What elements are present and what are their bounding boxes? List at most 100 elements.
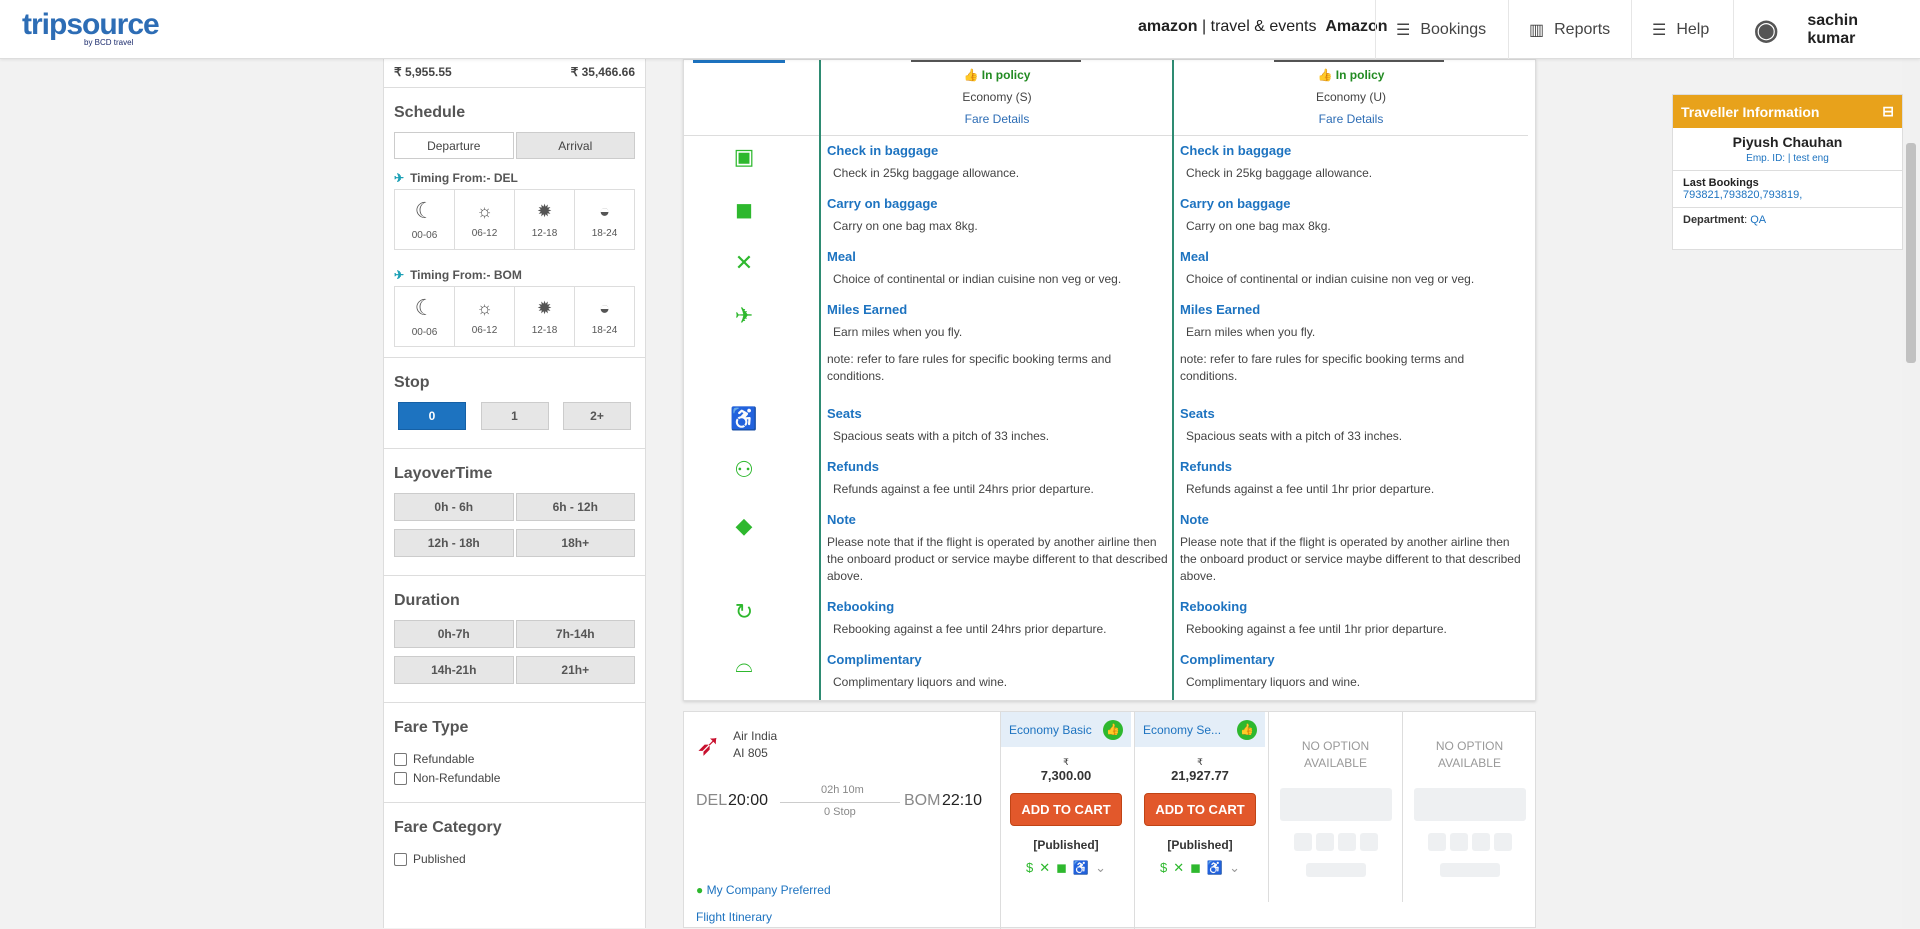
slot-morning[interactable]: ☼ 06-12 [455,287,515,346]
miles-icon: ✈ [734,303,754,328]
slot-afternoon[interactable]: ✹ 12-18 [515,190,575,249]
seat-icon: ♿ [730,406,758,431]
fare-option-economy-se: Economy Se... 👍 ₹21,927.77 ADD TO CART [P… [1134,712,1265,929]
refund-icon: ⚇ [734,457,754,482]
slot-evening[interactable]: ◒ 18-24 [575,190,634,249]
feature-complimentary: Complimentary Complimentary liquors and w… [1180,652,1361,689]
duration-filter: Duration 0h-7h 7h-14h 14h-21h 21h+ [384,576,645,703]
scrollbar-thumb[interactable] [1906,143,1916,363]
duration-option[interactable]: 21h+ [515,656,635,684]
filter-sidebar: ₹ 5,955.55 ₹ 35,466.66 Schedule Departure… [383,59,646,928]
tripsource-logo[interactable]: tripsource [22,8,160,42]
amenity-icons: $ ✕ ◼ ♿ ⌄ [1135,860,1265,876]
nav-reports[interactable]: ▥ Reports [1508,0,1630,59]
nav-bookings[interactable]: ☰ Bookings [1375,0,1506,59]
departure-time: 20:00 [728,792,769,809]
layover-filter: LayoverTime 0h - 6h 6h - 12h 12h - 18h 1… [384,449,645,576]
sunset-icon: ◒ [599,200,610,221]
seat-icon: ♿ [1072,860,1090,875]
thumbs-up-icon: 👍 [1103,719,1123,740]
timing-from-bom: Timing From:- BOM [410,268,522,282]
fare-compare-panel: ▣ ◼ ✕ ✈ ♿ ⚇ ◆ ↻ ⌓ 👍 In policy Economy (S… [683,59,1536,701]
add-to-cart-button[interactable]: ADD TO CART [1144,793,1256,826]
stop-count: 0 Stop [824,806,856,818]
published-checkbox[interactable]: Published [394,852,635,866]
airline-info: ➶ Air India AI 805 [696,728,777,763]
feature-miles: Miles Earned Earn miles when you fly. note… [1180,302,1465,383]
slot-night[interactable]: ☾ 00-06 [395,287,455,346]
flight-result-card: ➶ Air India AI 805 DEL 20:00 02h 10m 0 St… [683,711,1536,929]
duration-option[interactable]: 7h-14h [515,620,635,648]
bag-icon: ◼ [1190,860,1201,875]
thumbs-up-icon: 👍 [963,68,979,82]
fare-option-economy-basic: Economy Basic 👍 ₹7,300.00 ADD TO CART [Pu… [1000,712,1131,929]
layover-option[interactable]: 6h - 12h [515,493,635,521]
select-button-edge[interactable] [693,60,785,63]
user-menu[interactable]: ◉ sachin kumar [1733,0,1920,59]
feature-checkin-baggage: Check in baggage Check in 25kg baggage al… [1180,143,1373,180]
fare-price: ₹7,300.00 [1040,757,1092,783]
nav-help[interactable]: ☰ Help [1631,0,1729,59]
schedule-title: Schedule [394,104,466,121]
layover-option[interactable]: 0h - 6h [394,493,514,521]
check-circle-icon: ● [696,883,704,897]
slot-morning[interactable]: ☼ 06-12 [455,190,515,249]
duration-title: Duration [394,592,460,609]
refundable-checkbox[interactable]: Refundable [394,752,635,766]
stop-2plus-button[interactable]: 2+ [563,402,631,430]
collapse-icon[interactable]: ⊟ [1882,103,1894,120]
slot-afternoon[interactable]: ✹ 12-18 [515,287,575,346]
fare-column-economy-u: 👍 In policy Economy (U) Fare Details Che… [1172,60,1528,700]
fare-details-link[interactable]: Fare Details [821,112,1173,126]
feature-complimentary: Complimentary Complimentary liquors and w… [827,652,1008,689]
stop-0-button[interactable]: 0 [398,402,466,430]
feature-seats: Seats Spacious seats with a pitch of 33 i… [1180,406,1403,443]
in-policy-label: 👍 In policy [1317,68,1385,82]
last-bookings-links[interactable]: 793821,793820,793819, [1683,189,1802,201]
duration-option[interactable]: 14h-21h [394,656,514,684]
service-bell-icon: ⌓ [735,652,753,677]
fare-column-economy-s: 👍 In policy Economy (S) Fare Details Che… [819,60,1173,700]
logo-subtitle: by BCD travel [84,38,134,47]
fare-category-label: [Published] [1033,838,1099,852]
feature-meal: Meal Choice of continental or indian cuis… [1180,249,1475,286]
sunrise-icon: ☼ [476,200,493,221]
rebooking-icon: ↻ [734,599,754,624]
user-avatar-icon: ◉ [1754,14,1779,45]
stop-1-button[interactable]: 1 [480,402,549,430]
price-range: ₹ 5,955.55 ₹ 35,466.66 [384,59,645,88]
flight-itinerary-link[interactable]: Flight Itinerary [696,910,772,924]
layover-option[interactable]: 12h - 18h [394,529,514,557]
fare-category-title: Fare Category [394,819,502,836]
in-policy-label: 👍 In policy [963,68,1031,82]
slot-night[interactable]: ☾ 00-06 [395,190,455,249]
price-max: ₹ 35,466.66 [570,65,635,79]
company-preferred-badge: ● My Company Preferred [696,883,831,897]
dollar-icon: $ [1025,860,1034,875]
layover-option[interactable]: 18h+ [515,529,635,557]
expand-icon[interactable]: ⌄ [1229,860,1240,876]
department-value[interactable]: QA [1750,214,1766,226]
slot-evening[interactable]: ◒ 18-24 [575,287,634,346]
timing-slots-del: ☾ 00-06 ☼ 06-12 ✹ 12-18 ◒ 18-24 [394,189,635,250]
plane-icon: ✈ [394,268,405,282]
meal-icon: ✕ [734,250,754,275]
expand-icon[interactable]: ⌄ [1095,860,1106,876]
moon-icon: ☾ [414,198,435,223]
scrollbar[interactable] [1902,59,1920,928]
non-refundable-checkbox[interactable]: Non-Refundable [394,771,635,785]
fare-details-link[interactable]: Fare Details [1174,112,1528,126]
menu-icon: ☰ [1652,21,1667,39]
stop-filter: Stop 0 1 2+ [384,358,645,449]
flight-number: AI 805 [733,746,768,760]
flight-duration: 02h 10m [821,784,864,796]
add-to-cart-button[interactable]: ADD TO CART [1010,793,1122,826]
timing-slots-bom: ☾ 00-06 ☼ 06-12 ✹ 12-18 ◒ 18-24 [394,286,635,347]
feature-carry-on: Carry on baggage Carry on one bag max 8kg… [1180,196,1331,233]
air-india-logo-icon: ➶ [696,729,722,762]
timing-from-del: Timing From:- DEL [410,171,518,185]
duration-option[interactable]: 0h-7h [394,620,514,648]
tab-departure[interactable]: Departure [394,132,514,159]
tab-arrival[interactable]: Arrival [515,132,635,159]
thumbs-up-icon: 👍 [1317,68,1333,82]
